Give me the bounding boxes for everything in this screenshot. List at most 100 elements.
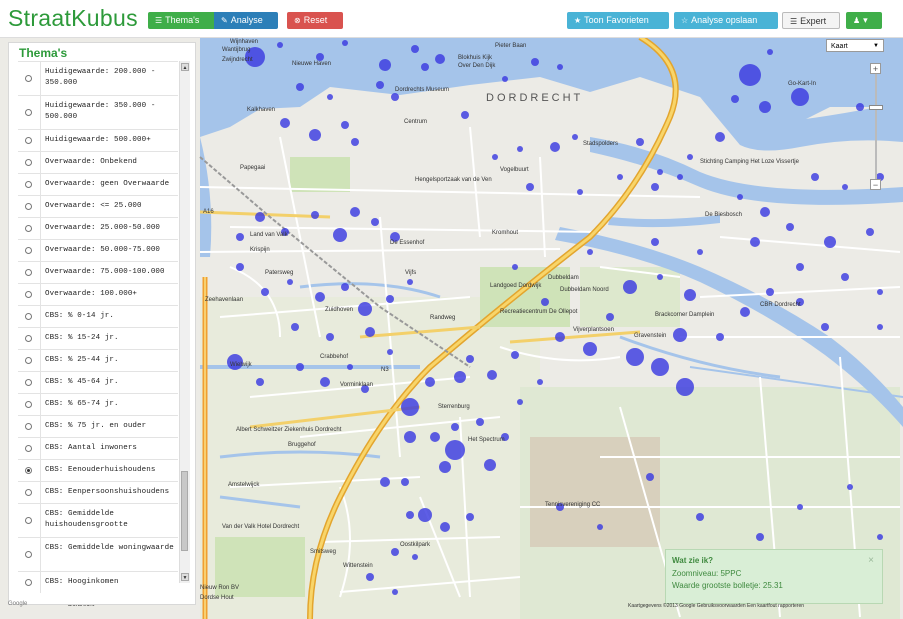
map-label: Pieter Baan [495,43,527,49]
radio-button[interactable] [25,75,32,82]
map-label: Oostkilpark [400,542,431,548]
expert-button[interactable]: ☰ Expert [782,12,840,29]
radio-button[interactable] [25,579,32,586]
radio-button[interactable] [25,467,32,474]
info-title: Wat zie ik? [672,556,714,565]
radio-button[interactable] [25,335,32,342]
thema-option-label: Overwaarde: 25.000-50.000 [45,224,161,232]
thema-option[interactable]: CBS: Eenouderhuishoudens [18,459,178,481]
map-label: CBR Dordrecht [760,302,801,308]
map-type-value: Kaart [831,43,848,50]
row-divider [40,284,41,305]
zoom-out-button[interactable]: − [870,179,881,190]
radio-button[interactable] [25,313,32,320]
map-label: Dordrechts Museum [395,87,450,93]
radio-button[interactable] [25,203,32,210]
radio-button[interactable] [25,137,32,144]
radio-button[interactable] [25,445,32,452]
thema-option[interactable]: CBS: % 75 jr. en ouder [18,415,178,437]
analyse-opslaan-button[interactable]: ☆ Analyse opslaan [674,12,778,29]
radio-button[interactable] [25,401,32,408]
road-shield: N3 [381,367,389,373]
thema-option[interactable]: CBS: Hooginkomen [18,571,178,593]
thema-list: Huidigewaarde: 200.000 - 350.000 Huidigew… [18,61,178,593]
thema-option[interactable]: Overwaarde: 50.000-75.000 [18,239,178,261]
zoom-in-button[interactable]: + [870,63,881,74]
map-attribution[interactable]: Kaartgegevens ©2013 Google Gebruiksvoorw… [628,603,804,609]
row-divider [40,394,41,415]
map-label: Albert Schweitzer Ziekenhuis Dordrecht [236,427,342,433]
radio-button[interactable] [25,109,32,116]
close-icon[interactable]: × [868,555,874,566]
scroll-down-icon[interactable]: ▼ [181,573,189,581]
radio-button[interactable] [25,489,32,496]
row-divider [40,96,41,129]
thema-option[interactable]: CBS: % 65-74 jr. [18,393,178,415]
map-label: Vijfs [405,270,417,276]
row-divider [40,350,41,371]
thema-option[interactable]: Overwaarde: Onbekend [18,151,178,173]
thema-option[interactable]: CBS: Gemiddelde huishoudensgrootte [18,503,178,537]
row-divider [40,62,41,95]
toon-favorieten-button[interactable]: ★ Toon Favorieten [567,12,669,29]
map-label: Krispijn [250,247,270,253]
star-outline-icon: ☆ [681,16,689,25]
radio-button[interactable] [25,423,32,430]
zoom-slider-track[interactable] [875,74,877,184]
reset-label: Reset [303,15,328,25]
thema-option[interactable]: CBS: Aantal inwoners [18,437,178,459]
thema-button[interactable]: ☰ Thema's [148,12,214,29]
scroll-thumb[interactable] [181,471,188,551]
thema-option[interactable]: CBS: % 0-14 jr. [18,305,178,327]
thema-option[interactable]: Huidigewaarde: 350.000 - 500.000 [18,95,178,129]
map-label: Papegaai [240,165,266,171]
map-label: Patersweg [265,270,294,276]
map-type-select[interactable]: Kaart ▼ [826,39,884,52]
thema-option[interactable]: Overwaarde: 100.000+ [18,283,178,305]
radio-button[interactable] [25,269,32,276]
row-divider [40,240,41,261]
thema-option-label: CBS: % 65-74 jr. [45,400,119,408]
user-icon: ♟ [853,16,861,25]
user-caret-icon: ▾ [863,15,868,25]
radio-button[interactable] [25,517,32,524]
map-label: Hengelsportzaak van de Ven [415,177,492,183]
radio-button[interactable] [25,181,32,188]
thema-option[interactable]: CBS: % 45-64 jr. [18,371,178,393]
thema-option[interactable]: Huidigewaarde: 500.000+ [18,129,178,151]
radio-button[interactable] [25,159,32,166]
panel-scrollbar[interactable]: ▲ ▼ [179,61,190,583]
thema-panel: Thema's Huidigewaarde: 200.000 - 350.000… [8,42,196,605]
zoom-slider-handle[interactable] [869,105,883,110]
brand-logo[interactable]: StraatKubus [8,5,138,32]
user-menu-button[interactable]: ♟ ▾ [846,12,882,29]
thema-option[interactable]: Overwaarde: 25.000-50.000 [18,217,178,239]
thema-option[interactable]: Overwaarde: <= 25.000 [18,195,178,217]
thema-option[interactable]: Overwaarde: 75.000-100.000 [18,261,178,283]
reset-button[interactable]: ⊗ Reset [287,12,343,29]
radio-button[interactable] [25,551,32,558]
map-label: Landgoed Dordwijk [490,283,542,289]
row-divider [40,416,41,437]
row-divider [40,262,41,283]
remove-icon: ⊗ [294,16,301,25]
largest-value-text: Waarde grootste bolletje: 25.31 [672,581,783,590]
radio-button[interactable] [25,247,32,254]
thema-option-label: CBS: Eenouderhuishoudens [45,466,156,474]
scroll-up-icon[interactable]: ▲ [181,63,189,71]
thema-option[interactable]: Overwaarde: geen Overwaarde [18,173,178,195]
radio-button[interactable] [25,357,32,364]
radio-button[interactable] [25,379,32,386]
thema-option[interactable]: CBS: % 25-44 jr. [18,349,178,371]
thema-option[interactable]: Huidigewaarde: 200.000 - 350.000 [18,61,178,95]
thema-option-label: CBS: % 0-14 jr. [45,312,115,320]
map-label: Sterrenburg [438,404,470,410]
radio-button[interactable] [25,225,32,232]
thema-option[interactable]: CBS: Eenpersoonshuishoudens [18,481,178,503]
thema-option[interactable]: CBS: % 15-24 jr. [18,327,178,349]
analyse-button[interactable]: ✎ Analyse [214,12,278,29]
row-divider [40,306,41,327]
radio-button[interactable] [25,291,32,298]
thema-option-label: Huidigewaarde: 200.000 - 350.000 [45,68,156,87]
thema-option[interactable]: CBS: Gemiddelde woningwaarde [18,537,178,571]
